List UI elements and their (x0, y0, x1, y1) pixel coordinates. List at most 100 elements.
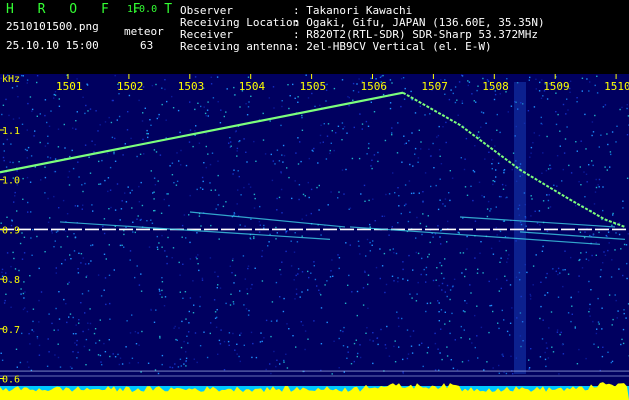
noise-speck (63, 298, 65, 301)
noise-speck (451, 177, 454, 179)
noise-speck (57, 343, 59, 345)
noise-speck (335, 132, 337, 134)
noise-speck (189, 241, 191, 244)
noise-speck (295, 293, 298, 295)
noise-speck (496, 234, 498, 236)
noise-speck (598, 178, 601, 181)
noise-speck (408, 180, 411, 182)
noise-speck (420, 148, 422, 150)
noise-speck (218, 339, 221, 342)
noise-speck (83, 345, 86, 348)
noise-speck (576, 150, 578, 152)
noise-speck (291, 197, 293, 200)
noise-speck (178, 327, 180, 329)
noise-speck (1, 113, 3, 116)
noise-speck (161, 354, 164, 357)
noise-speck (576, 97, 578, 99)
noise-speck (90, 260, 92, 262)
noise-speck (510, 105, 513, 107)
noise-speck (234, 131, 237, 133)
noise-speck (492, 253, 495, 255)
noise-speck (21, 258, 24, 260)
noise-speck (131, 357, 134, 359)
noise-speck (581, 77, 584, 79)
noise-speck (559, 333, 561, 336)
noise-speck (189, 194, 191, 197)
noise-speck (439, 178, 441, 180)
noise-speck (333, 87, 336, 90)
noise-speck (154, 209, 156, 212)
noise-speck (356, 355, 358, 358)
noise-speck (137, 332, 139, 334)
meteor-count: 63 (140, 39, 154, 52)
noise-speck (597, 184, 599, 186)
noise-speck (559, 272, 561, 274)
noise-speck (46, 365, 49, 367)
noise-speck (234, 349, 236, 351)
noise-speck (541, 338, 544, 340)
noise-speck (404, 184, 407, 186)
noise-speck (480, 111, 483, 113)
noise-speck (147, 362, 150, 364)
noise-speck (178, 160, 180, 162)
noise-speck (246, 288, 248, 290)
noise-speck (233, 86, 235, 89)
noise-speck (211, 152, 214, 154)
noise-speck (477, 268, 479, 270)
noise-speck (509, 284, 512, 286)
noise-speck (570, 256, 572, 259)
noise-speck (622, 207, 624, 209)
noise-speck (439, 199, 441, 201)
noise-speck (531, 198, 533, 200)
noise-speck (282, 161, 284, 163)
noise-speck (394, 361, 397, 363)
noise-speck (626, 262, 628, 265)
noise-speck (171, 162, 174, 164)
noise-speck (90, 244, 92, 247)
noise-speck (528, 367, 531, 369)
noise-speck (356, 290, 359, 293)
noise-speck (393, 252, 395, 254)
noise-speck (54, 94, 57, 96)
noise-speck (579, 166, 581, 168)
noise-speck (3, 159, 5, 162)
noise-speck (397, 280, 399, 283)
noise-speck (276, 319, 278, 321)
noise-speck (467, 84, 469, 87)
noise-speck (331, 259, 333, 261)
noise-speck (607, 351, 609, 353)
noise-speck (150, 170, 152, 172)
noise-speck (416, 293, 418, 295)
noise-speck (188, 310, 190, 313)
noise-speck (346, 132, 348, 134)
noise-speck (130, 137, 132, 140)
noise-speck (345, 242, 347, 244)
noise-speck (29, 343, 31, 345)
noise-speck (382, 93, 385, 96)
noise-speck (98, 183, 100, 185)
noise-speck (74, 342, 76, 344)
noise-speck (337, 125, 340, 127)
noise-speck (97, 274, 100, 276)
noise-speck (111, 99, 114, 102)
noise-speck (577, 291, 580, 293)
noise-speck (490, 208, 492, 210)
noise-speck (529, 156, 531, 158)
noise-speck (454, 339, 456, 341)
noise-speck (58, 291, 60, 293)
noise-speck (100, 361, 102, 363)
noise-speck (157, 248, 159, 250)
noise-speck (329, 276, 332, 278)
noise-speck (47, 197, 49, 200)
noise-speck (341, 122, 344, 124)
noise-speck (397, 187, 399, 189)
noise-speck (126, 320, 128, 322)
noise-speck (121, 244, 123, 246)
noise-speck (216, 309, 218, 311)
noise-speck (557, 267, 560, 270)
noise-speck (22, 198, 24, 200)
noise-speck (337, 254, 339, 256)
noise-speck (564, 269, 566, 271)
noise-speck (127, 111, 129, 113)
noise-speck (68, 170, 71, 173)
